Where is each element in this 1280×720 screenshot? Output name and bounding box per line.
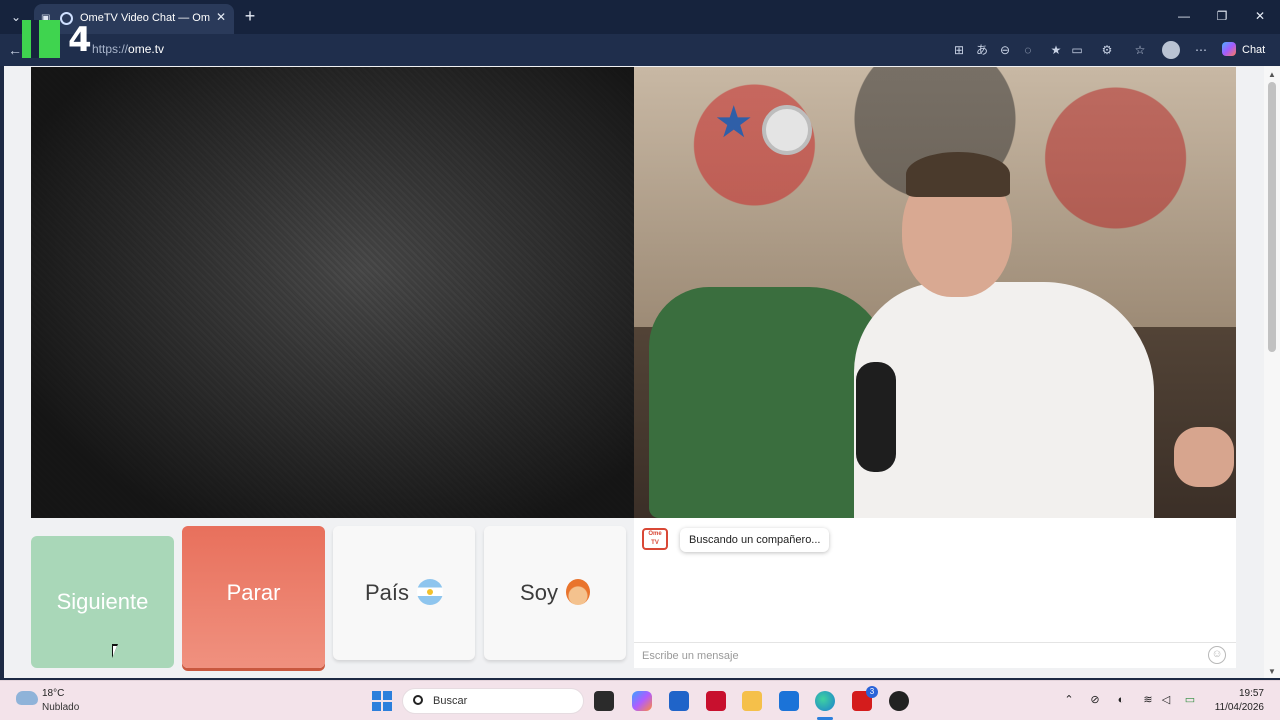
wall-hubcap [762,105,812,155]
battery-icon[interactable]: ▭ [1183,693,1197,707]
partner-video-static [31,67,634,518]
file-explorer-icon[interactable] [742,691,762,711]
status-message: Buscando un compañero... [680,528,830,552]
gender-label: Soy [520,580,558,605]
address-bar[interactable]: https://ome.tv [92,42,164,56]
microphone-icon[interactable]: ◐ [1114,693,1128,707]
url-host: ome.tv [128,42,165,56]
tracking-icon[interactable]: ◌ [1021,43,1035,57]
clock-date[interactable]: 11/04/2026 [1204,702,1264,713]
channel-logo-k [22,20,60,58]
cloud-weather-icon[interactable] [16,691,38,705]
search-label: Buscar [433,695,468,707]
tab-close-icon[interactable]: ✕ [214,10,228,24]
volume-icon[interactable]: ◁ [1159,693,1173,707]
outlook-app-icon[interactable] [779,691,799,711]
maximize-button[interactable]: ❐ [1212,6,1232,26]
argentina-flag-icon [417,579,444,605]
obs-app-icon[interactable] [889,691,909,711]
microphone [856,362,896,472]
weather-description[interactable]: Nublado [42,702,79,713]
clock-time[interactable]: 19:57 [1214,688,1264,699]
tray-network-off-icon[interactable]: ⊘ [1088,693,1102,707]
l-app-icon[interactable]: 3 [852,686,878,711]
person-hand [1174,427,1234,487]
taskbar-search[interactable]: Buscar [402,688,584,714]
search-icon [413,695,423,705]
page-scrollbar[interactable]: ▲ ▼ [1264,66,1280,678]
minimize-button[interactable]: — [1174,6,1194,26]
copilot-app-icon[interactable] [632,691,652,711]
zoom-icon[interactable]: ⊖ [998,43,1012,57]
close-window-button[interactable]: ✕ [1250,6,1270,26]
mouse-cursor-icon [112,644,118,658]
profile-avatar[interactable] [1162,41,1180,59]
channel-logo: 4 [22,20,94,60]
browser-toolbar: ← https://ome.tv ⊞ あ ⊖ ◌ ★ ▭ ⚙ ☆ ⋯ Chat [0,34,1280,66]
scroll-down-icon[interactable]: ▼ [1267,667,1277,676]
boy-avatar-icon [565,579,590,605]
windows-taskbar: 18°C Nublado Buscar 3 ⌃ ⊘ ◐ ≋ ◁ ▭ 19:57 … [0,680,1280,720]
emoji-icon[interactable]: ☺ [1208,646,1226,664]
edge-browser-icon[interactable] [815,691,835,711]
apps-icon[interactable]: ⊞ [952,43,966,57]
person-shirt [854,282,1154,518]
translate-icon[interactable]: あ [975,43,989,57]
browser-titlebar: ⌄ ▣ OmeTV Video Chat — Omegl ✕ + — ❐ ✕ [0,0,1280,34]
tab-title: OmeTV Video Chat — Omegl [80,12,210,24]
camera-icon[interactable]: ▭ [1070,43,1084,57]
favorite-star-icon[interactable]: ★ [1049,43,1063,57]
new-tab-button[interactable]: + [242,7,258,25]
app-badge: 3 [866,686,878,698]
channel-logo-number: 4 [68,20,92,60]
mcafee-app-icon[interactable] [706,691,726,711]
scroll-up-icon[interactable]: ▲ [1267,70,1277,79]
favorites-icon[interactable]: ☆ [1133,43,1147,57]
message-input[interactable] [634,642,1236,668]
green-jacket [649,287,889,518]
task-view-icon[interactable] [594,691,614,711]
person-hair [906,152,1010,197]
wall-star-graphic: ★ [714,98,754,147]
tray-chevron-icon[interactable]: ⌃ [1062,693,1076,707]
store-app-icon[interactable] [669,691,689,711]
stop-button[interactable]: Parar [182,526,325,668]
gender-button[interactable]: Soy [484,526,626,660]
url-scheme: https:// [92,42,129,56]
extensions-icon[interactable]: ⚙ [1100,43,1114,57]
more-menu-icon[interactable]: ⋯ [1194,43,1208,57]
country-button[interactable]: País [333,526,475,660]
windows-start-icon[interactable] [372,691,392,711]
next-button[interactable]: Siguiente [31,536,174,668]
copilot-chat-button[interactable]: Chat [1222,41,1272,59]
self-webcam-video: ★ [634,67,1236,518]
chat-label: Chat [1242,44,1266,56]
ometv-logo-icon: Ome TV [642,528,668,550]
copilot-icon [1222,42,1236,56]
weather-temperature[interactable]: 18°C [42,688,64,699]
country-label: País [364,580,410,605]
scrollbar-thumb[interactable] [1268,82,1276,352]
wifi-icon[interactable]: ≋ [1141,693,1155,707]
